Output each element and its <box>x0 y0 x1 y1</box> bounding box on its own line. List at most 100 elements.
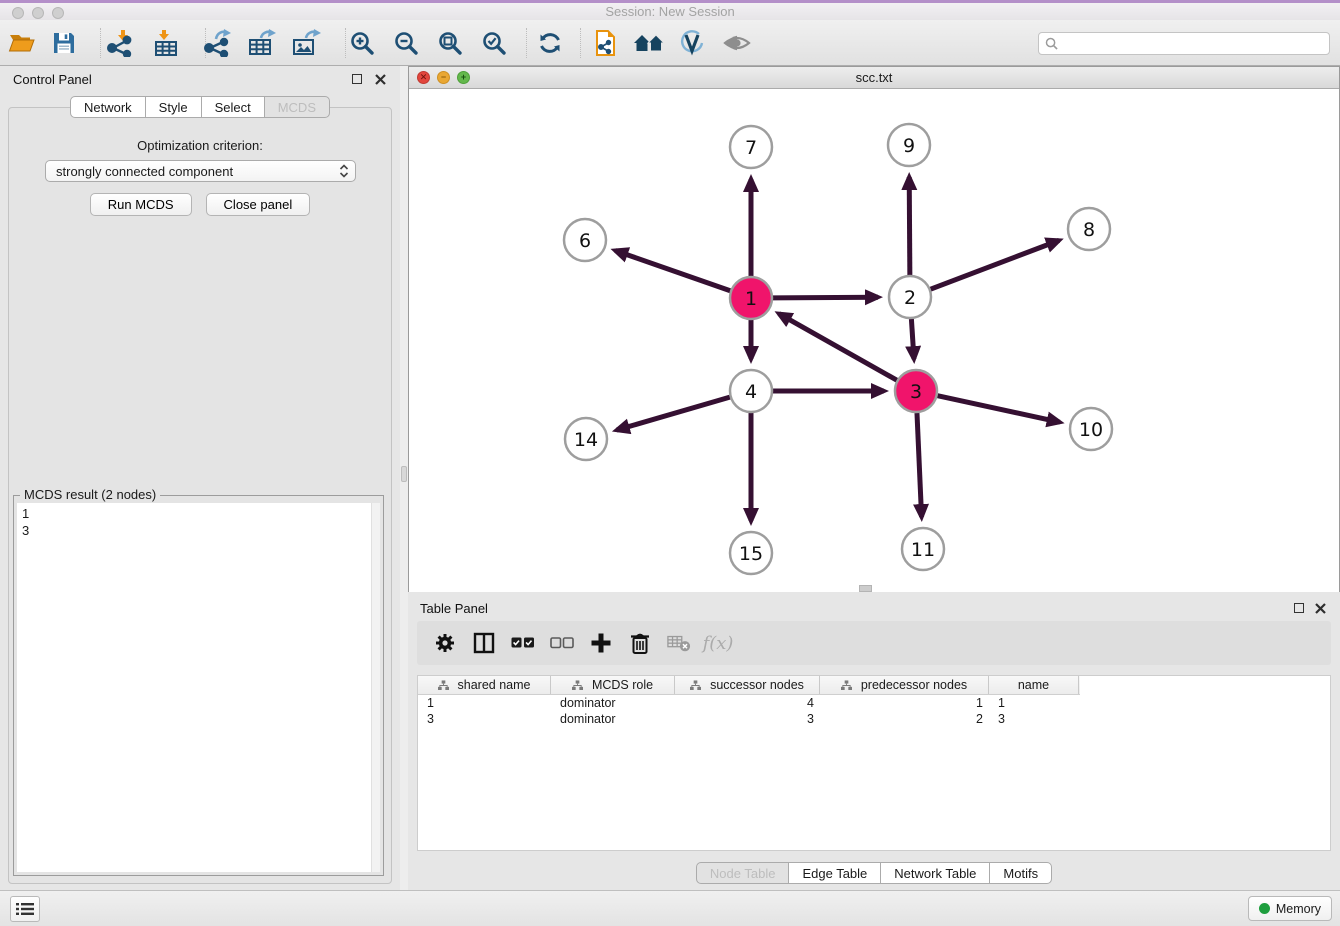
graph-node-6[interactable]: 6 <box>564 219 606 261</box>
result-scrollbar[interactable] <box>371 503 380 872</box>
search-icon <box>1045 37 1058 50</box>
select-all-button[interactable] <box>511 631 535 655</box>
graph-edge-2-9[interactable] <box>909 177 910 275</box>
network-window-titlebar[interactable]: ✕ − + scc.txt <box>409 67 1339 89</box>
tab-network-table[interactable]: Network Table <box>880 862 990 884</box>
graph-edge-2-8[interactable] <box>931 240 1060 289</box>
memory-label: Memory <box>1276 902 1321 916</box>
cell-name[interactable]: 3 <box>989 711 1079 727</box>
tab-mcds[interactable]: MCDS <box>264 96 330 118</box>
cell-successor-nodes[interactable]: 4 <box>675 695 820 711</box>
graph-node-8[interactable]: 8 <box>1068 208 1110 250</box>
zoom-out-button[interactable] <box>390 27 422 59</box>
import-table-icon <box>153 29 179 57</box>
control-panel: Control Panel Network Style Select MCDS … <box>0 66 400 890</box>
graph-edge-1-2[interactable] <box>773 297 878 298</box>
cell-shared-name[interactable]: 3 <box>418 711 551 727</box>
tab-style[interactable]: Style <box>145 96 202 118</box>
open-session-button[interactable] <box>6 27 38 59</box>
task-history-button[interactable] <box>10 896 40 922</box>
plus-icon <box>590 632 612 654</box>
panel-splitter[interactable] <box>400 66 408 890</box>
graph-edge-4-14[interactable] <box>617 397 730 430</box>
cell-predecessor-nodes[interactable]: 1 <box>820 695 989 711</box>
graph-node-1[interactable]: 1 <box>730 277 772 319</box>
delete-table-button[interactable] <box>667 631 691 655</box>
close-panel-icon[interactable] <box>375 74 386 85</box>
refresh-layout-button[interactable] <box>534 27 566 59</box>
cell-mcds-role[interactable]: dominator <box>551 695 675 711</box>
graph-node-2[interactable]: 2 <box>889 276 931 318</box>
table-row[interactable]: 1 dominator 4 1 1 <box>418 695 1080 711</box>
network-title: scc.txt <box>409 70 1339 85</box>
zoom-selected-button[interactable] <box>478 27 510 59</box>
canvas-resize-grip[interactable] <box>859 585 872 592</box>
hide-selected-icon <box>679 30 705 56</box>
show-hidden-button[interactable] <box>721 27 753 59</box>
zoom-in-button[interactable] <box>346 27 378 59</box>
import-table-button[interactable] <box>150 27 182 59</box>
graph-node-15[interactable]: 15 <box>730 532 772 574</box>
network-graph[interactable]: 1 2 3 4 6 7 8 9 10 11 14 15 <box>409 89 1339 592</box>
column-header-name[interactable]: name <box>989 676 1079 694</box>
save-session-button[interactable] <box>48 27 80 59</box>
graph-edge-1-6[interactable] <box>615 251 730 291</box>
split-panel-button[interactable] <box>472 631 496 655</box>
graph-edge-3-10[interactable] <box>937 396 1059 423</box>
column-header-shared-name[interactable]: shared name <box>418 676 551 694</box>
home-view-button[interactable] <box>633 27 665 59</box>
network-canvas[interactable]: 1 2 3 4 6 7 8 9 10 11 14 15 <box>409 89 1339 592</box>
splitter-grip-icon[interactable] <box>401 466 407 482</box>
table-float-button[interactable] <box>1294 603 1304 613</box>
graph-node-9[interactable]: 9 <box>888 124 930 166</box>
export-table-button[interactable] <box>246 27 278 59</box>
search-input[interactable] <box>1062 34 1329 53</box>
tab-edge-table[interactable]: Edge Table <box>788 862 881 884</box>
export-image-button[interactable] <box>290 27 322 59</box>
run-mcds-button[interactable]: Run MCDS <box>90 193 192 216</box>
cell-name[interactable]: 1 <box>989 695 1079 711</box>
function-builder-button[interactable]: f(x) <box>706 631 730 655</box>
close-panel-button[interactable]: Close panel <box>206 193 311 216</box>
graph-node-10[interactable]: 10 <box>1070 408 1112 450</box>
graph-node-3[interactable]: 3 <box>895 370 937 412</box>
graph-edge-2-3[interactable] <box>911 319 914 359</box>
memory-button[interactable]: Memory <box>1248 896 1332 921</box>
cell-shared-name[interactable]: 1 <box>418 695 551 711</box>
mcds-result-group: MCDS result (2 nodes) 1 3 <box>13 495 384 876</box>
tab-motifs[interactable]: Motifs <box>989 862 1052 884</box>
graph-node-label: 2 <box>904 287 916 309</box>
column-header-predecessor-nodes[interactable]: predecessor nodes <box>820 676 989 694</box>
table-row[interactable]: 3 dominator 3 2 3 <box>418 711 1080 727</box>
deselect-all-button[interactable] <box>550 631 574 655</box>
graph-node-4[interactable]: 4 <box>730 370 772 412</box>
graph-node-11[interactable]: 11 <box>902 528 944 570</box>
column-header-successor-nodes[interactable]: successor nodes <box>675 676 820 694</box>
tab-node-table[interactable]: Node Table <box>696 862 790 884</box>
table-settings-button[interactable] <box>433 631 457 655</box>
table-close-icon[interactable] <box>1315 603 1326 614</box>
float-panel-button[interactable] <box>352 74 362 84</box>
import-network-button[interactable] <box>104 27 136 59</box>
graph-edge-3-1[interactable] <box>779 314 897 380</box>
export-network-button[interactable] <box>202 27 234 59</box>
column-header-mcds-role[interactable]: MCDS role <box>551 676 675 694</box>
mcds-result-text[interactable]: 1 3 <box>17 503 380 872</box>
graph-node-7[interactable]: 7 <box>730 126 772 168</box>
hide-selected-button[interactable] <box>676 27 708 59</box>
result-line: 3 <box>17 522 380 539</box>
cell-mcds-role[interactable]: dominator <box>551 711 675 727</box>
clone-network-button[interactable] <box>589 27 621 59</box>
graph-node-label: 10 <box>1079 419 1103 441</box>
graph-node-14[interactable]: 14 <box>565 418 607 460</box>
zoom-fit-button[interactable] <box>434 27 466 59</box>
add-column-button[interactable] <box>589 631 613 655</box>
criterion-select[interactable]: strongly connected component <box>45 160 356 182</box>
cell-predecessor-nodes[interactable]: 2 <box>820 711 989 727</box>
tab-network[interactable]: Network <box>70 96 146 118</box>
graph-edge-3-11[interactable] <box>917 413 922 517</box>
toolbar-separator <box>580 28 581 58</box>
cell-successor-nodes[interactable]: 3 <box>675 711 820 727</box>
tab-select[interactable]: Select <box>201 96 265 118</box>
delete-selected-button[interactable] <box>628 631 652 655</box>
